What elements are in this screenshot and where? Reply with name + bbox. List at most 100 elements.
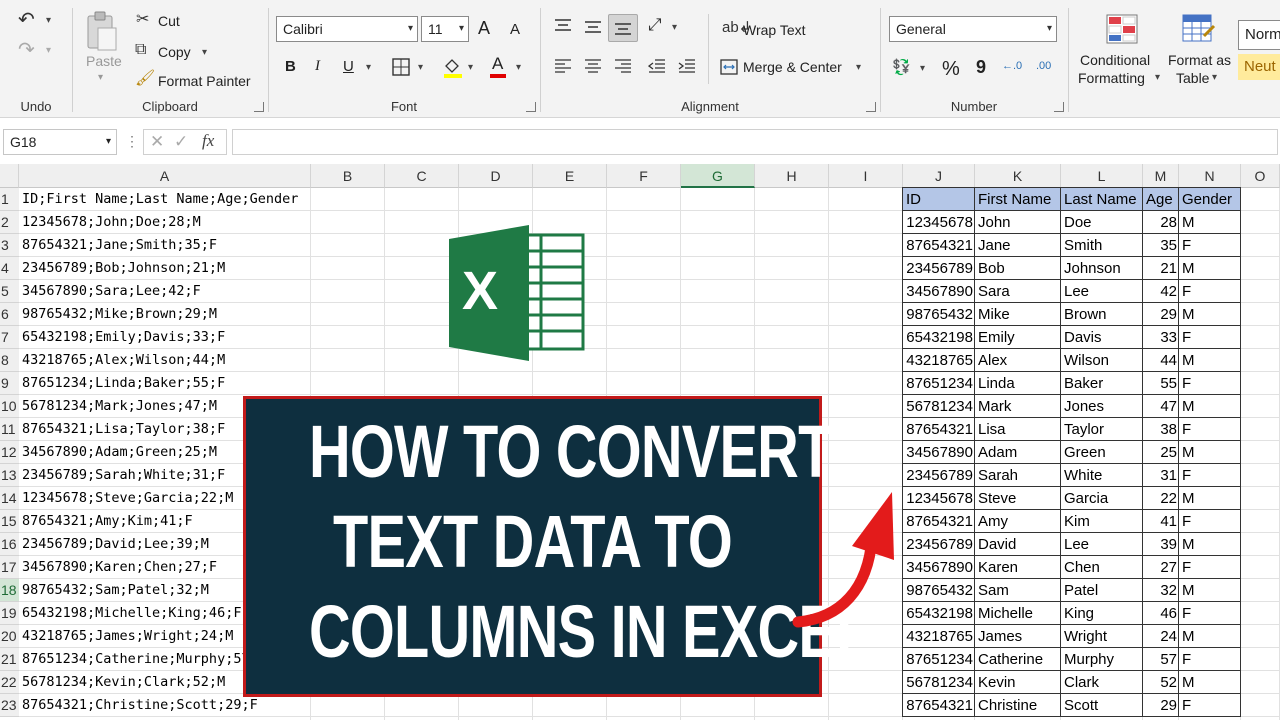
- table-cell[interactable]: Steve: [975, 487, 1061, 510]
- cell-a16[interactable]: 23456789;David;Lee;39;M: [22, 533, 209, 556]
- table-cell[interactable]: Lisa: [975, 418, 1061, 441]
- conditional-formatting-button[interactable]: Conditional Formatting ▾: [1072, 10, 1172, 90]
- table-cell[interactable]: Amy: [975, 510, 1061, 533]
- table-cell[interactable]: 34567890: [903, 556, 975, 579]
- orientation-icon[interactable]: ⤢: [648, 16, 662, 33]
- cell-a22[interactable]: 56781234;Kevin;Clark;52;M: [22, 671, 225, 694]
- font-name-select[interactable]: Calibri ▾: [276, 16, 418, 42]
- row-header-2[interactable]: 2: [0, 211, 19, 234]
- insert-function-button[interactable]: fx: [202, 131, 214, 151]
- column-header-e[interactable]: E: [533, 164, 607, 188]
- table-cell[interactable]: Murphy: [1061, 648, 1143, 671]
- table-cell[interactable]: 87654321: [903, 418, 975, 441]
- cut-button[interactable]: Cut: [158, 13, 180, 29]
- cell-a19[interactable]: 65432198;Michelle;King;46;F: [22, 602, 241, 625]
- table-cell[interactable]: 23456789: [903, 257, 975, 280]
- table-cell[interactable]: Mark: [975, 395, 1061, 418]
- cell-a13[interactable]: 23456789;Sarah;White;31;F: [22, 464, 225, 487]
- table-cell[interactable]: 56781234: [903, 671, 975, 694]
- table-cell[interactable]: Christine: [975, 694, 1061, 717]
- table-cell[interactable]: F: [1179, 556, 1241, 579]
- table-cell[interactable]: Doe: [1061, 211, 1143, 234]
- table-cell[interactable]: F: [1179, 418, 1241, 441]
- number-format-select[interactable]: General ▾: [889, 16, 1057, 42]
- align-right-icon[interactable]: [614, 58, 632, 74]
- decrease-decimal-button[interactable]: .00: [1036, 60, 1051, 72]
- table-cell[interactable]: John: [975, 211, 1061, 234]
- table-cell[interactable]: M: [1179, 395, 1241, 418]
- table-cell[interactable]: 52: [1143, 671, 1179, 694]
- italic-button[interactable]: I: [315, 58, 320, 75]
- scissors-icon[interactable]: ✂: [136, 12, 149, 28]
- table-cell[interactable]: 41: [1143, 510, 1179, 533]
- style-normal[interactable]: Norm: [1238, 20, 1280, 50]
- chevron-down-icon[interactable]: ▾: [202, 47, 207, 58]
- table-cell[interactable]: 24: [1143, 625, 1179, 648]
- table-cell[interactable]: Davis: [1061, 326, 1143, 349]
- table-cell[interactable]: F: [1179, 464, 1241, 487]
- row-header-1[interactable]: 1: [0, 188, 19, 211]
- table-cell[interactable]: M: [1179, 441, 1241, 464]
- table-cell[interactable]: 21: [1143, 257, 1179, 280]
- decrease-indent-icon[interactable]: [648, 58, 666, 74]
- table-cell[interactable]: Wilson: [1061, 349, 1143, 372]
- cell-a7[interactable]: 65432198;Emily;Davis;33;F: [22, 326, 225, 349]
- cell-a2[interactable]: 12345678;John;Doe;28;M: [22, 211, 201, 234]
- table-header-cell[interactable]: ID: [903, 188, 975, 211]
- table-cell[interactable]: 33: [1143, 326, 1179, 349]
- dialog-launcher-icon[interactable]: [254, 102, 264, 112]
- align-middle-icon[interactable]: [584, 20, 602, 36]
- table-cell[interactable]: David: [975, 533, 1061, 556]
- paintbrush-icon[interactable]: 🖌: [135, 71, 155, 87]
- paste-button[interactable]: Paste ▾: [84, 10, 124, 90]
- table-cell[interactable]: 23456789: [903, 464, 975, 487]
- row-header-13[interactable]: 13: [0, 464, 19, 487]
- column-header-f[interactable]: F: [607, 164, 681, 188]
- column-header-k[interactable]: K: [975, 164, 1061, 188]
- cell-a3[interactable]: 87654321;Jane;Smith;35;F: [22, 234, 217, 257]
- merge-center-icon[interactable]: [720, 59, 738, 75]
- row-header-11[interactable]: 11: [0, 418, 19, 441]
- table-cell[interactable]: 22: [1143, 487, 1179, 510]
- increase-indent-icon[interactable]: [678, 58, 696, 74]
- cell-a6[interactable]: 98765432;Mike;Brown;29;M: [22, 303, 217, 326]
- table-cell[interactable]: Sam: [975, 579, 1061, 602]
- table-cell[interactable]: F: [1179, 234, 1241, 257]
- cell-a5[interactable]: 34567890;Sara;Lee;42;F: [22, 280, 201, 303]
- cell-a18[interactable]: 98765432;Sam;Patel;32;M: [22, 579, 209, 602]
- table-cell[interactable]: 25: [1143, 441, 1179, 464]
- chevron-down-icon[interactable]: ▾: [366, 62, 371, 73]
- undo-icon[interactable]: ↶: [18, 10, 35, 30]
- table-cell[interactable]: Kim: [1061, 510, 1143, 533]
- dialog-launcher-icon[interactable]: [866, 102, 876, 112]
- column-header-l[interactable]: L: [1061, 164, 1143, 188]
- table-cell[interactable]: 32: [1143, 579, 1179, 602]
- row-header-16[interactable]: 16: [0, 533, 19, 556]
- table-cell[interactable]: Jane: [975, 234, 1061, 257]
- table-cell[interactable]: 87654321: [903, 234, 975, 257]
- table-cell[interactable]: Garcia: [1061, 487, 1143, 510]
- chevron-down-icon[interactable]: ▾: [920, 63, 925, 74]
- table-cell[interactable]: F: [1179, 372, 1241, 395]
- cell-a9[interactable]: 87651234;Linda;Baker;55;F: [22, 372, 225, 395]
- column-header-o[interactable]: O: [1241, 164, 1280, 188]
- cell-a8[interactable]: 43218765;Alex;Wilson;44;M: [22, 349, 225, 372]
- table-cell[interactable]: Lee: [1061, 280, 1143, 303]
- table-cell[interactable]: 12345678: [903, 211, 975, 234]
- table-cell[interactable]: F: [1179, 280, 1241, 303]
- column-header-i[interactable]: I: [829, 164, 903, 188]
- row-header-10[interactable]: 10: [0, 395, 19, 418]
- table-cell[interactable]: Karen: [975, 556, 1061, 579]
- dialog-launcher-icon[interactable]: [526, 102, 536, 112]
- increase-decimal-button[interactable]: ←.0: [1002, 60, 1022, 72]
- cell-a14[interactable]: 12345678;Steve;Garcia;22;M: [22, 487, 233, 510]
- table-cell[interactable]: 38: [1143, 418, 1179, 441]
- row-header-9[interactable]: 9: [0, 372, 19, 395]
- table-cell[interactable]: M: [1179, 579, 1241, 602]
- table-cell[interactable]: 46: [1143, 602, 1179, 625]
- cell-a12[interactable]: 34567890;Adam;Green;25;M: [22, 441, 217, 464]
- table-cell[interactable]: Green: [1061, 441, 1143, 464]
- redo-icon[interactable]: ↷: [18, 40, 35, 60]
- table-cell[interactable]: Clark: [1061, 671, 1143, 694]
- cell-a17[interactable]: 34567890;Karen;Chen;27;F: [22, 556, 217, 579]
